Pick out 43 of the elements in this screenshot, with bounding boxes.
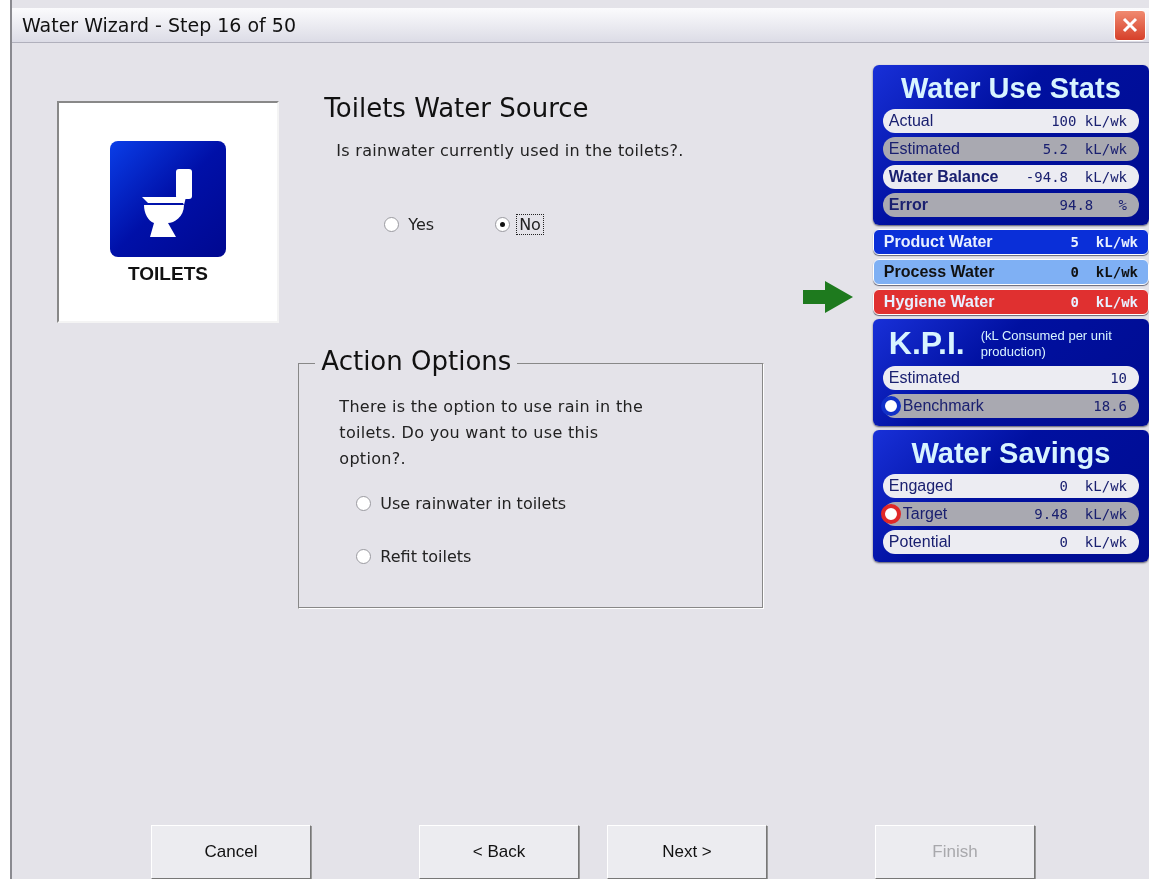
water-type-value: 0 kL/wk	[1070, 264, 1138, 281]
wizard-button[interactable]: Cancel	[151, 825, 311, 879]
stat-value: 9.48 kL/wk	[1034, 506, 1127, 523]
panel-title: K.P.I.	[887, 325, 965, 363]
stat-label: Actual	[888, 112, 934, 131]
option-description: There is the option to use rain in the toilets. Do you want to use this option?.	[339, 396, 645, 471]
stat-value: 10	[1110, 370, 1127, 387]
panel-title: Water Savings	[910, 436, 1112, 471]
water-type-value: 0 kL/wk	[1070, 294, 1138, 311]
stat-label: Error	[888, 196, 928, 215]
water-type-label: Hygiene Water	[883, 293, 995, 312]
radio-option[interactable]: Yes	[380, 212, 442, 238]
stat-value: 0 kL/wk	[1059, 478, 1127, 495]
water-type-label: Process Water	[883, 263, 995, 282]
wizard-button[interactable]: Next >	[607, 825, 767, 879]
window-title: Water Wizard - Step 16 of 50	[22, 14, 296, 37]
toilet-icon	[110, 141, 226, 258]
stat-value: 100 kL/wk	[1051, 113, 1127, 130]
stat-label: Engaged	[888, 477, 953, 496]
stat-label: Benchmark	[902, 397, 984, 416]
stat-value: 5.2 kL/wk	[1042, 141, 1127, 158]
kpi-note: (kL Consumed per unit production)	[980, 327, 1113, 360]
radio-option[interactable]: No	[491, 212, 548, 238]
stat-label: Estimated	[888, 140, 960, 159]
close-icon	[1122, 17, 1138, 34]
radio-option[interactable]: Use rainwater in toilets	[355, 492, 764, 516]
stat-value: 18.6	[1093, 398, 1127, 415]
stat-label: Potential	[888, 533, 952, 552]
stat-label: Water Balance	[888, 168, 999, 187]
water-type-label: Product Water	[883, 233, 993, 252]
stat-value: 94.8 %	[1059, 197, 1127, 214]
stat-label: Estimated	[888, 369, 960, 388]
stat-value: 0 kL/wk	[1059, 534, 1127, 551]
wizard-button[interactable]: < Back	[419, 825, 579, 879]
panel-title: Water Use Stats	[900, 71, 1122, 106]
water-type-value: 5 kL/wk	[1070, 234, 1138, 251]
close-button[interactable]	[1114, 9, 1146, 41]
category-label: TOILETS	[128, 263, 208, 286]
radio-option[interactable]: Refit toilets	[355, 545, 764, 569]
section-heading: Toilets Water Source	[324, 93, 590, 124]
question-text: Is rainwater currently used in the toilets?.	[336, 141, 685, 161]
stat-value: -94.8 kL/wk	[1025, 169, 1127, 186]
stat-label: Target	[902, 505, 948, 524]
